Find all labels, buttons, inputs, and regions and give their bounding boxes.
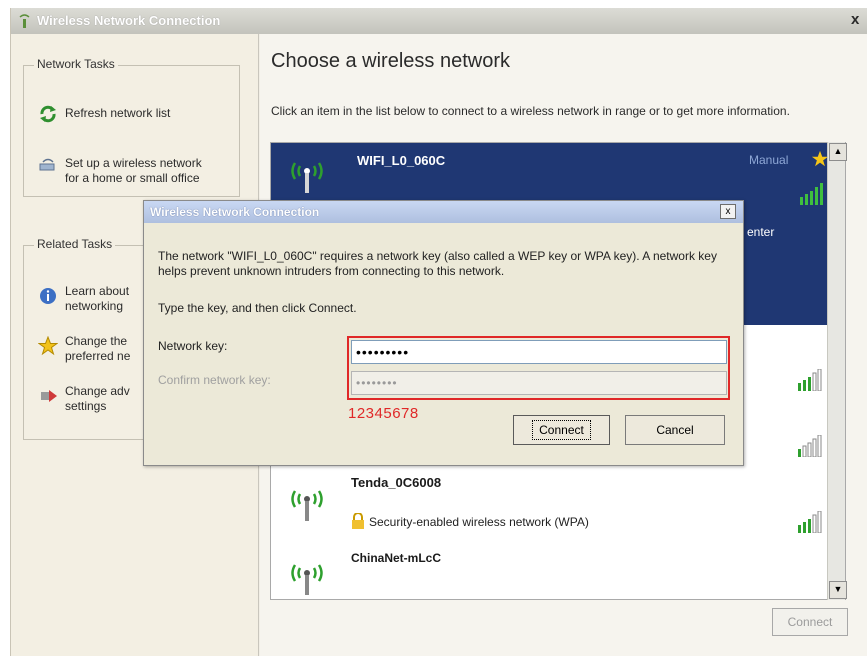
- window-title: Wireless Network Connection: [37, 13, 221, 28]
- lock-icon: [352, 513, 364, 529]
- network-item[interactable]: Tenda_0C6008 Security-enabled wireless n…: [271, 465, 837, 544]
- setup-wireless-icon[interactable]: [38, 154, 58, 174]
- setup-wireless-link[interactable]: Set up a wireless network for a home or …: [65, 156, 202, 186]
- confirm-key-label: Confirm network key:: [158, 373, 271, 387]
- learn-line2: networking: [65, 299, 124, 313]
- scroll-down-button[interactable]: ▼: [829, 581, 847, 599]
- setup-wireless-line2: for a home or small office: [65, 171, 200, 185]
- signal-strength-icon: [798, 435, 822, 457]
- change-preferred-line1: Change the: [65, 334, 128, 348]
- network-tasks-group: Network Tasks Refresh network list Set u…: [23, 57, 240, 197]
- network-status: Manual: [749, 153, 789, 167]
- change-preferred-line2: preferred ne: [65, 349, 131, 363]
- change-advanced-line2: settings: [65, 399, 107, 413]
- dialog-instruction: Type the key, and then click Connect.: [158, 301, 357, 315]
- network-item[interactable]: ChinaNet-mLcC: [271, 543, 837, 599]
- scroll-up-button[interactable]: ▲: [829, 143, 847, 161]
- related-tasks-heading: Related Tasks: [34, 237, 116, 251]
- dialog-title: Wireless Network Connection: [150, 205, 320, 219]
- signal-strength-icon: [798, 511, 822, 533]
- network-name: ChinaNet-mLcC: [351, 551, 442, 565]
- close-window-button[interactable]: x: [851, 11, 859, 28]
- wireless-icon: [19, 14, 30, 28]
- refresh-network-list-link[interactable]: Refresh network list: [65, 106, 170, 121]
- learn-line1: Learn about: [65, 284, 130, 298]
- network-name: WIFI_L0_060C: [357, 153, 446, 168]
- connect-button[interactable]: Connect: [513, 415, 610, 445]
- setup-wireless-line1: Set up a wireless network: [65, 156, 202, 170]
- learn-about-networking-link[interactable]: Learn about networking: [65, 284, 129, 314]
- network-security: Security-enabled wireless network (WPA): [369, 515, 589, 529]
- key-annotation: 12345678: [348, 405, 419, 422]
- window-titlebar[interactable]: Wireless Network Connection x: [11, 8, 867, 34]
- connect-button-disabled[interactable]: Connect: [772, 608, 848, 636]
- dialog-close-button[interactable]: x: [720, 204, 736, 219]
- signal-strength-icon: [800, 183, 823, 205]
- info-icon[interactable]: [38, 286, 58, 306]
- dialog-titlebar[interactable]: Wireless Network Connection x: [144, 201, 743, 223]
- advanced-settings-icon[interactable]: [38, 386, 58, 406]
- wireless-antenna-icon: [291, 564, 323, 595]
- network-name: Tenda_0C6008: [351, 475, 442, 490]
- highlight-box: [347, 336, 730, 400]
- connect-button-label: Connect: [532, 420, 591, 440]
- network-key-dialog: Wireless Network Connection x The networ…: [143, 200, 744, 466]
- wireless-antenna-icon: [291, 490, 323, 521]
- network-tasks-heading: Network Tasks: [34, 57, 118, 71]
- refresh-icon[interactable]: [38, 104, 58, 124]
- change-preferred-networks-link[interactable]: Change the preferred ne: [65, 334, 130, 364]
- instructions-text: Click an item in the list below to conne…: [271, 104, 790, 118]
- signal-strength-icon: [798, 369, 822, 391]
- change-advanced-settings-link[interactable]: Change adv settings: [65, 384, 130, 414]
- network-list-scrollbar[interactable]: ▲ ▼: [827, 142, 847, 600]
- star-icon[interactable]: [38, 336, 58, 356]
- network-detail-fragment: enter: [747, 225, 775, 239]
- wireless-antenna-icon: [291, 162, 323, 193]
- page-title: Choose a wireless network: [271, 50, 510, 72]
- network-key-label: Network key:: [158, 339, 228, 353]
- dialog-message: The network "WIFI_L0_060C" requires a ne…: [158, 249, 717, 278]
- change-advanced-line1: Change adv: [65, 384, 130, 398]
- cancel-button[interactable]: Cancel: [625, 415, 725, 445]
